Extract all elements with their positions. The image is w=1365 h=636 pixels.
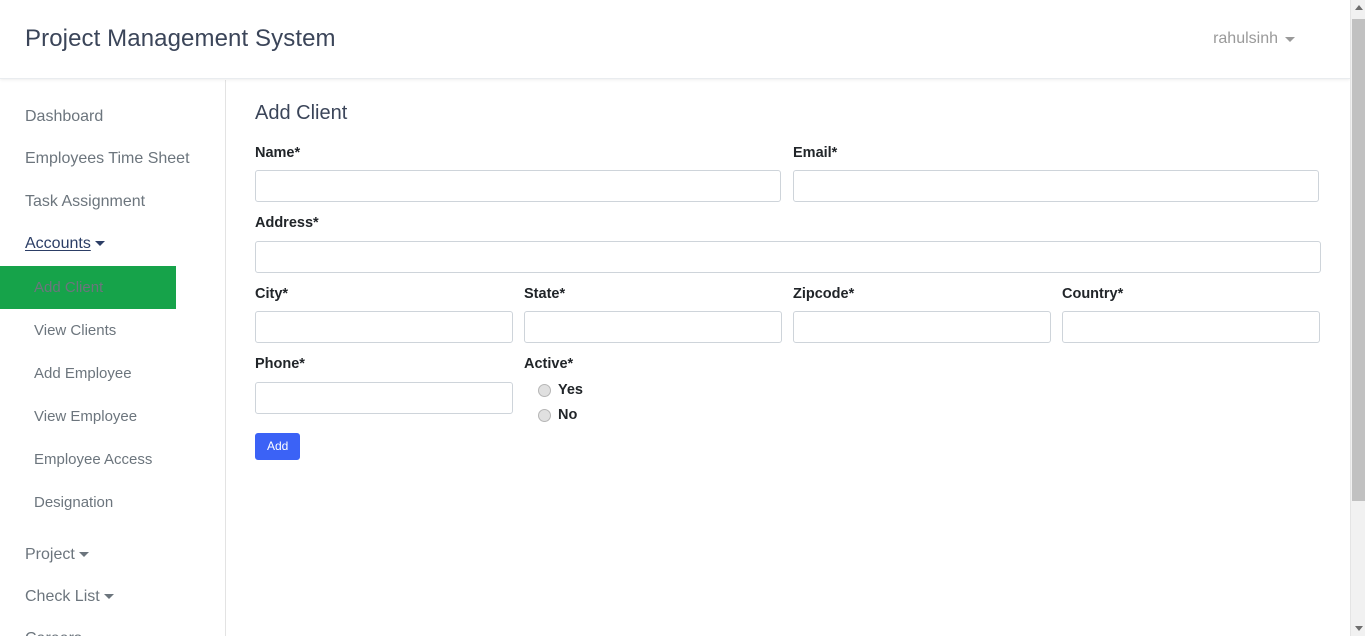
main-content: Add Client Name* Email* Address* City* S… — [226, 80, 1350, 636]
form-group-email: Email* — [793, 145, 1331, 203]
state-label: State* — [524, 285, 566, 302]
sidebar-item-employees-time-sheet[interactable]: Employees Time Sheet — [0, 138, 225, 180]
sidebar-item-view-clients[interactable]: View Clients — [0, 309, 225, 352]
sidebar-item-project[interactable]: Project — [0, 534, 225, 576]
radio-option-no[interactable]: No — [524, 407, 779, 424]
list-item: Employee Access — [0, 438, 225, 481]
sidebar-item-check-list[interactable]: Check List — [0, 576, 225, 618]
sidebar-item-dashboard[interactable]: Dashboard — [0, 96, 225, 138]
list-item: View Employee — [0, 395, 225, 438]
sidebar-item-designation[interactable]: Designation — [0, 481, 225, 524]
form-group-country: Country* — [1062, 285, 1331, 344]
form-group-city: City* — [255, 285, 524, 344]
email-label: Email* — [793, 145, 838, 161]
sidebar-item-careers-label: Careers — [25, 630, 82, 636]
active-label: Active* — [524, 356, 574, 373]
form-group-phone: Phone* Add — [255, 356, 524, 460]
form-group-address: Address* — [255, 215, 1321, 273]
scroll-up-arrow-icon[interactable] — [1351, 0, 1365, 15]
sidebar: Dashboard Employees Time Sheet Task Assi… — [0, 80, 226, 636]
email-input[interactable] — [793, 170, 1319, 203]
form-row-phone-active: Phone* Add Active* Yes No — [255, 356, 1320, 460]
sidebar-item-employee-access[interactable]: Employee Access — [0, 438, 225, 481]
sidebar-submenu-accounts: Add Client View Clients Add Employee Vie… — [0, 265, 225, 524]
add-button[interactable]: Add — [255, 432, 301, 460]
form-group-name: Name* — [255, 145, 793, 203]
page-brand-title: Project Management System — [25, 25, 336, 52]
radio-yes-label: Yes — [558, 381, 583, 398]
list-item: Add Employee — [0, 352, 225, 395]
form-row-name-email: Name* Email* — [255, 145, 1320, 203]
address-label: Address* — [255, 215, 319, 232]
add-client-form: Name* Email* Address* City* State* Zipco… — [255, 145, 1321, 460]
caret-down-icon — [103, 593, 114, 599]
list-item: View Clients — [0, 309, 225, 352]
name-input[interactable] — [255, 170, 781, 203]
name-label: Name* — [255, 145, 301, 161]
user-menu-label: rahulsinh — [1213, 30, 1278, 47]
radio-no-icon[interactable] — [538, 409, 551, 423]
country-input[interactable] — [1062, 311, 1320, 344]
caret-down-icon — [78, 551, 89, 557]
form-row-city-state-zip-country: City* State* Zipcode* Country* — [255, 285, 1320, 344]
scrollbar-thumb[interactable] — [1352, 19, 1365, 501]
zipcode-input[interactable] — [793, 311, 1051, 344]
sidebar-item-accounts-label: Accounts — [25, 235, 91, 253]
radio-no-label: No — [558, 406, 578, 423]
form-row-address: Address* — [255, 215, 1321, 273]
list-item: Designation — [0, 481, 225, 524]
sidebar-item-project-label: Project — [25, 545, 75, 563]
sidebar-item-add-client[interactable]: Add Client — [0, 265, 176, 309]
chevron-down-icon — [1285, 36, 1295, 42]
form-group-state: State* — [524, 285, 793, 344]
caret-down-icon — [94, 241, 105, 247]
app-root: Project Management System rahulsinh Dash… — [0, 0, 1365, 636]
user-menu-dropdown[interactable]: rahulsinh — [1213, 30, 1325, 48]
form-group-active: Active* Yes No — [524, 356, 793, 460]
sidebar-item-add-employee[interactable]: Add Employee — [0, 352, 225, 395]
sidebar-item-view-employee[interactable]: View Employee — [0, 395, 225, 438]
top-navbar: Project Management System rahulsinh — [0, 0, 1350, 79]
address-input[interactable] — [255, 240, 1321, 273]
page-title: Add Client — [255, 102, 348, 124]
sidebar-item-check-list-label: Check List — [25, 587, 100, 605]
country-label: Country* — [1062, 285, 1124, 302]
form-group-zipcode: Zipcode* — [793, 285, 1062, 344]
phone-label: Phone* — [255, 356, 305, 373]
city-label: City* — [255, 285, 289, 302]
vertical-scrollbar[interactable] — [1350, 0, 1365, 636]
radio-option-yes[interactable]: Yes — [524, 382, 779, 399]
phone-input[interactable] — [255, 381, 513, 414]
list-item: Add Client — [0, 265, 225, 309]
sidebar-item-careers[interactable]: Careers — [0, 618, 225, 636]
radio-yes-icon[interactable] — [538, 383, 551, 397]
sidebar-item-accounts[interactable]: Accounts — [0, 223, 225, 265]
zipcode-label: Zipcode* — [793, 285, 855, 302]
sidebar-item-task-assignment[interactable]: Task Assignment — [0, 181, 225, 223]
city-input[interactable] — [255, 311, 513, 344]
state-input[interactable] — [524, 311, 782, 344]
scroll-down-arrow-icon[interactable] — [1351, 621, 1365, 636]
